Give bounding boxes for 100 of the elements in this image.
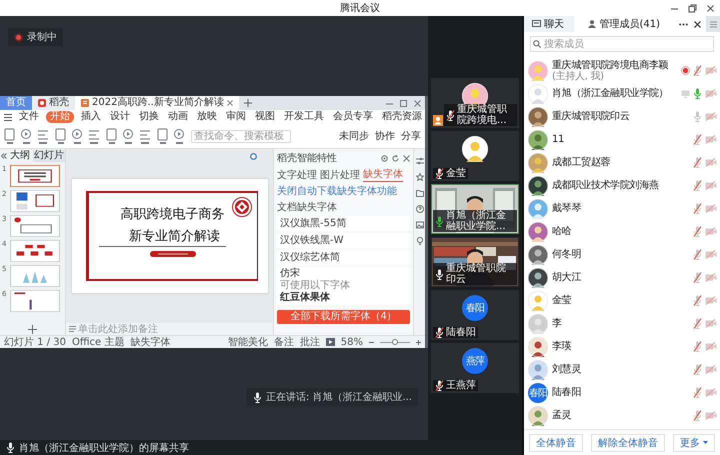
menu-icon[interactable] (4, 114, 12, 120)
toolbar-button[interactable]: 协作 (375, 129, 395, 143)
slide-thumbnail[interactable] (10, 265, 60, 287)
refresh-icon[interactable] (392, 154, 399, 162)
search-field[interactable]: 查找命令、搜索模板 (191, 130, 291, 142)
avatar (528, 406, 548, 426)
menu-tab[interactable]: 设计 (108, 111, 132, 123)
missing-fonts-button[interactable]: 缺失字体 (130, 335, 170, 348)
mic-icon (252, 392, 262, 402)
menu-tab[interactable]: 文件 (17, 111, 41, 123)
close-icon[interactable] (694, 20, 701, 28)
more-icon[interactable] (679, 22, 688, 26)
footer-button[interactable]: 更多 (673, 434, 715, 452)
play-tool-icon[interactable] (72, 127, 83, 145)
avatar (528, 244, 548, 264)
panel-tab[interactable]: 聊天 (524, 16, 572, 32)
settings-icon[interactable] (381, 154, 388, 162)
close-icon[interactable] (706, 4, 715, 12)
menu-tab[interactable]: 动画 (166, 111, 190, 123)
document-tool-icon[interactable] (4, 127, 15, 145)
menu-tab[interactable]: 审阅 (224, 111, 248, 123)
slide-thumbnail[interactable] (10, 240, 60, 262)
participant-name: 重庆城管职院印云 (446, 263, 507, 285)
panel-tab[interactable]: 管理成员(41) (574, 16, 674, 32)
menu-tab[interactable]: 开发工具 (282, 111, 326, 123)
pane-tab[interactable]: 图片处理 (320, 167, 360, 182)
zoom-in-icon[interactable] (416, 340, 421, 344)
caret-icon (703, 441, 708, 444)
add-tab-icon[interactable] (242, 96, 254, 110)
member-name: 成都工贸赵蓉 (552, 157, 610, 168)
panel-tab[interactable]: 幻灯片 (33, 150, 65, 162)
star-icon[interactable] (416, 173, 424, 181)
tab[interactable]: 2022高职跨..新专业简介解读 (75, 96, 239, 110)
window-title: 腾讯会议 (340, 2, 380, 15)
document-tool-icon[interactable] (55, 127, 66, 145)
footer-button[interactable]: 全体静音 (529, 434, 583, 452)
notes-button[interactable]: 备注 (274, 335, 294, 348)
avatar: 春阳 (462, 295, 488, 321)
restore-icon[interactable] (688, 4, 697, 12)
avatar (528, 290, 548, 310)
footer-button[interactable]: 解除全体静音 (591, 434, 665, 452)
document-tool-icon[interactable] (106, 127, 117, 145)
pane-title: 稻壳智能特性 (277, 152, 337, 165)
menu-tab[interactable]: 插入 (79, 111, 103, 123)
menu-tab[interactable]: 切换 (137, 111, 161, 123)
menu-tab[interactable]: 稻壳资源 (380, 111, 424, 123)
slide-thumbnail[interactable] (10, 290, 60, 312)
slide-thumbnail[interactable] (10, 165, 60, 187)
speaker-label: 正在讲话: 肖旭（浙江金融职业... (266, 390, 412, 404)
slide-thumbnail[interactable] (10, 215, 60, 237)
notes-field[interactable]: 单击此处添加备注 (66, 323, 273, 335)
avatar: 燕萍 (462, 348, 488, 374)
rotate-handle-icon[interactable] (250, 153, 257, 160)
member-name: 金莹 (552, 295, 572, 306)
toolbar-button[interactable]: 分享 (401, 129, 421, 143)
link[interactable]: 关闭自动下载缺失字体功能 (277, 184, 410, 198)
comments-button[interactable]: 批注 (300, 335, 320, 348)
menu-tab[interactable]: 视图 (253, 111, 277, 123)
play-tool-icon[interactable] (21, 127, 32, 145)
participant-name: 陆春阳 (446, 327, 476, 338)
image-icon[interactable] (416, 221, 424, 229)
menu-tab[interactable]: 会员专享 (331, 111, 375, 123)
play-icon[interactable] (326, 338, 335, 346)
font-item[interactable]: 汉仪综艺体简 (277, 250, 410, 265)
recording-label: 录制中 (27, 30, 57, 44)
menu-tab[interactable]: 放映 (195, 111, 219, 123)
slide-thumbnail[interactable] (10, 190, 60, 212)
chat-icon (532, 20, 541, 28)
folder-icon[interactable] (416, 189, 424, 197)
avatar (528, 198, 548, 218)
zoom-out-icon[interactable] (369, 340, 374, 344)
member-name: 11 (552, 134, 564, 145)
search-field[interactable]: 搜索成员 (530, 36, 714, 52)
slider-handle[interactable] (392, 338, 398, 344)
avatar (528, 222, 548, 242)
download-button[interactable]: 全部下载所需字体（4） (277, 310, 410, 324)
play-tool-icon[interactable] (123, 127, 134, 145)
pane-tab[interactable]: 缺失字体 (363, 167, 403, 182)
help-icon[interactable] (416, 205, 424, 213)
panel-tab[interactable]: 大纲 (9, 150, 31, 162)
sliders-icon[interactable] (416, 157, 424, 165)
font-item[interactable]: 汉仪铁线黑-W (277, 233, 410, 248)
beautify-button[interactable]: 智能美化 (228, 335, 268, 348)
person-icon (588, 20, 596, 28)
app-icon (38, 99, 46, 107)
collapse-icon[interactable] (1, 153, 7, 159)
add-slide-icon[interactable] (28, 324, 37, 334)
theme-label: Office 主题 (72, 336, 124, 348)
play-tool-icon[interactable] (174, 127, 185, 145)
avatar (528, 84, 548, 104)
tab[interactable]: 稻壳 (32, 96, 75, 110)
avatar: 春阳 (528, 382, 548, 402)
toolbar-button[interactable]: 未同步 (339, 129, 369, 143)
hint-text: 可使用以下字体 (280, 280, 351, 292)
maximize-icon[interactable] (400, 100, 407, 106)
pane-tab[interactable]: 文字处理 (277, 167, 317, 182)
document-tool-icon[interactable] (157, 127, 168, 145)
bulb-icon[interactable] (416, 237, 424, 245)
font-name: 仿宋 (280, 268, 301, 280)
font-item[interactable]: 汉仪旗黑-55简 (277, 216, 410, 231)
